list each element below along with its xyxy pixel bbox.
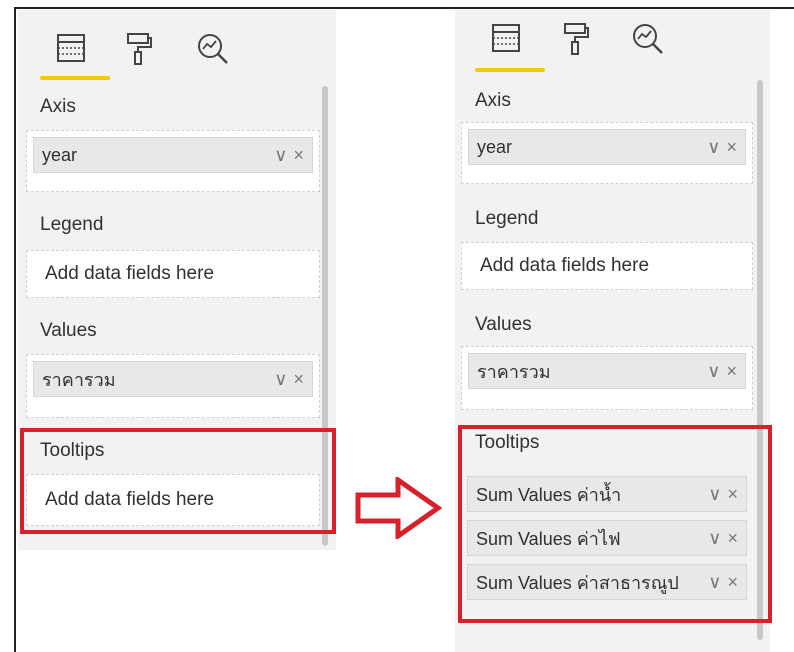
tab-analytics[interactable] xyxy=(196,32,230,70)
pane-tabs xyxy=(18,10,336,80)
tab-fields[interactable] xyxy=(489,22,523,60)
chevron-down-icon[interactable]: ∨ xyxy=(707,361,720,382)
values-field-chip[interactable]: ราคารวม ∨ × xyxy=(33,361,313,397)
values-well[interactable]: ราคารวม ∨ × xyxy=(461,346,753,410)
values-field-name: ราคารวม xyxy=(477,361,551,382)
image-frame-top xyxy=(14,7,794,9)
axis-label: Axis xyxy=(475,90,511,111)
arrow-right-icon xyxy=(355,477,442,539)
axis-field-chip[interactable]: year ∨ × xyxy=(468,129,746,165)
fields-icon xyxy=(492,24,520,52)
values-label: Values xyxy=(475,314,532,335)
values-label: Values xyxy=(40,320,97,341)
close-icon[interactable]: × xyxy=(293,145,304,166)
close-icon[interactable]: × xyxy=(726,361,737,382)
tab-format[interactable] xyxy=(122,32,156,70)
chevron-down-icon[interactable]: ∨ xyxy=(274,369,287,390)
image-frame-left xyxy=(14,7,16,652)
legend-label: Legend xyxy=(40,214,104,235)
format-paint-roller-icon xyxy=(564,23,589,55)
values-field-name: ราคารวม xyxy=(42,369,116,390)
tab-analytics[interactable] xyxy=(631,22,665,60)
legend-well[interactable]: Add data fields here xyxy=(26,250,320,298)
axis-label: Axis xyxy=(40,96,76,117)
close-icon[interactable]: × xyxy=(726,137,737,158)
close-icon[interactable]: × xyxy=(293,369,304,390)
chevron-down-icon[interactable]: ∨ xyxy=(707,137,720,158)
format-paint-roller-icon xyxy=(127,33,152,65)
analytics-magnifier-icon xyxy=(633,24,663,54)
legend-well[interactable]: Add data fields here xyxy=(461,242,753,290)
axis-well[interactable]: year ∨ × xyxy=(461,122,753,184)
active-tab-indicator xyxy=(475,68,545,72)
tooltips-highlight-box-after xyxy=(458,425,772,623)
chevron-down-icon[interactable]: ∨ xyxy=(274,145,287,166)
pane-tabs xyxy=(455,10,770,80)
legend-placeholder: Add data fields here xyxy=(480,255,650,276)
values-field-chip[interactable]: ราคารวม ∨ × xyxy=(468,353,746,389)
tooltips-highlight-box-before xyxy=(20,428,336,534)
axis-well[interactable]: year ∨ × xyxy=(26,130,320,192)
tab-fields[interactable] xyxy=(54,32,88,70)
axis-field-chip[interactable]: year ∨ × xyxy=(33,137,313,173)
legend-placeholder: Add data fields here xyxy=(45,263,215,284)
axis-field-name: year xyxy=(477,136,513,157)
values-well[interactable]: ราคารวม ∨ × xyxy=(26,354,320,418)
analytics-magnifier-icon xyxy=(198,34,228,64)
tab-format[interactable] xyxy=(559,22,593,60)
legend-label: Legend xyxy=(475,208,539,229)
axis-field-name: year xyxy=(42,144,78,165)
active-tab-indicator xyxy=(40,76,110,80)
fields-icon xyxy=(57,34,85,62)
